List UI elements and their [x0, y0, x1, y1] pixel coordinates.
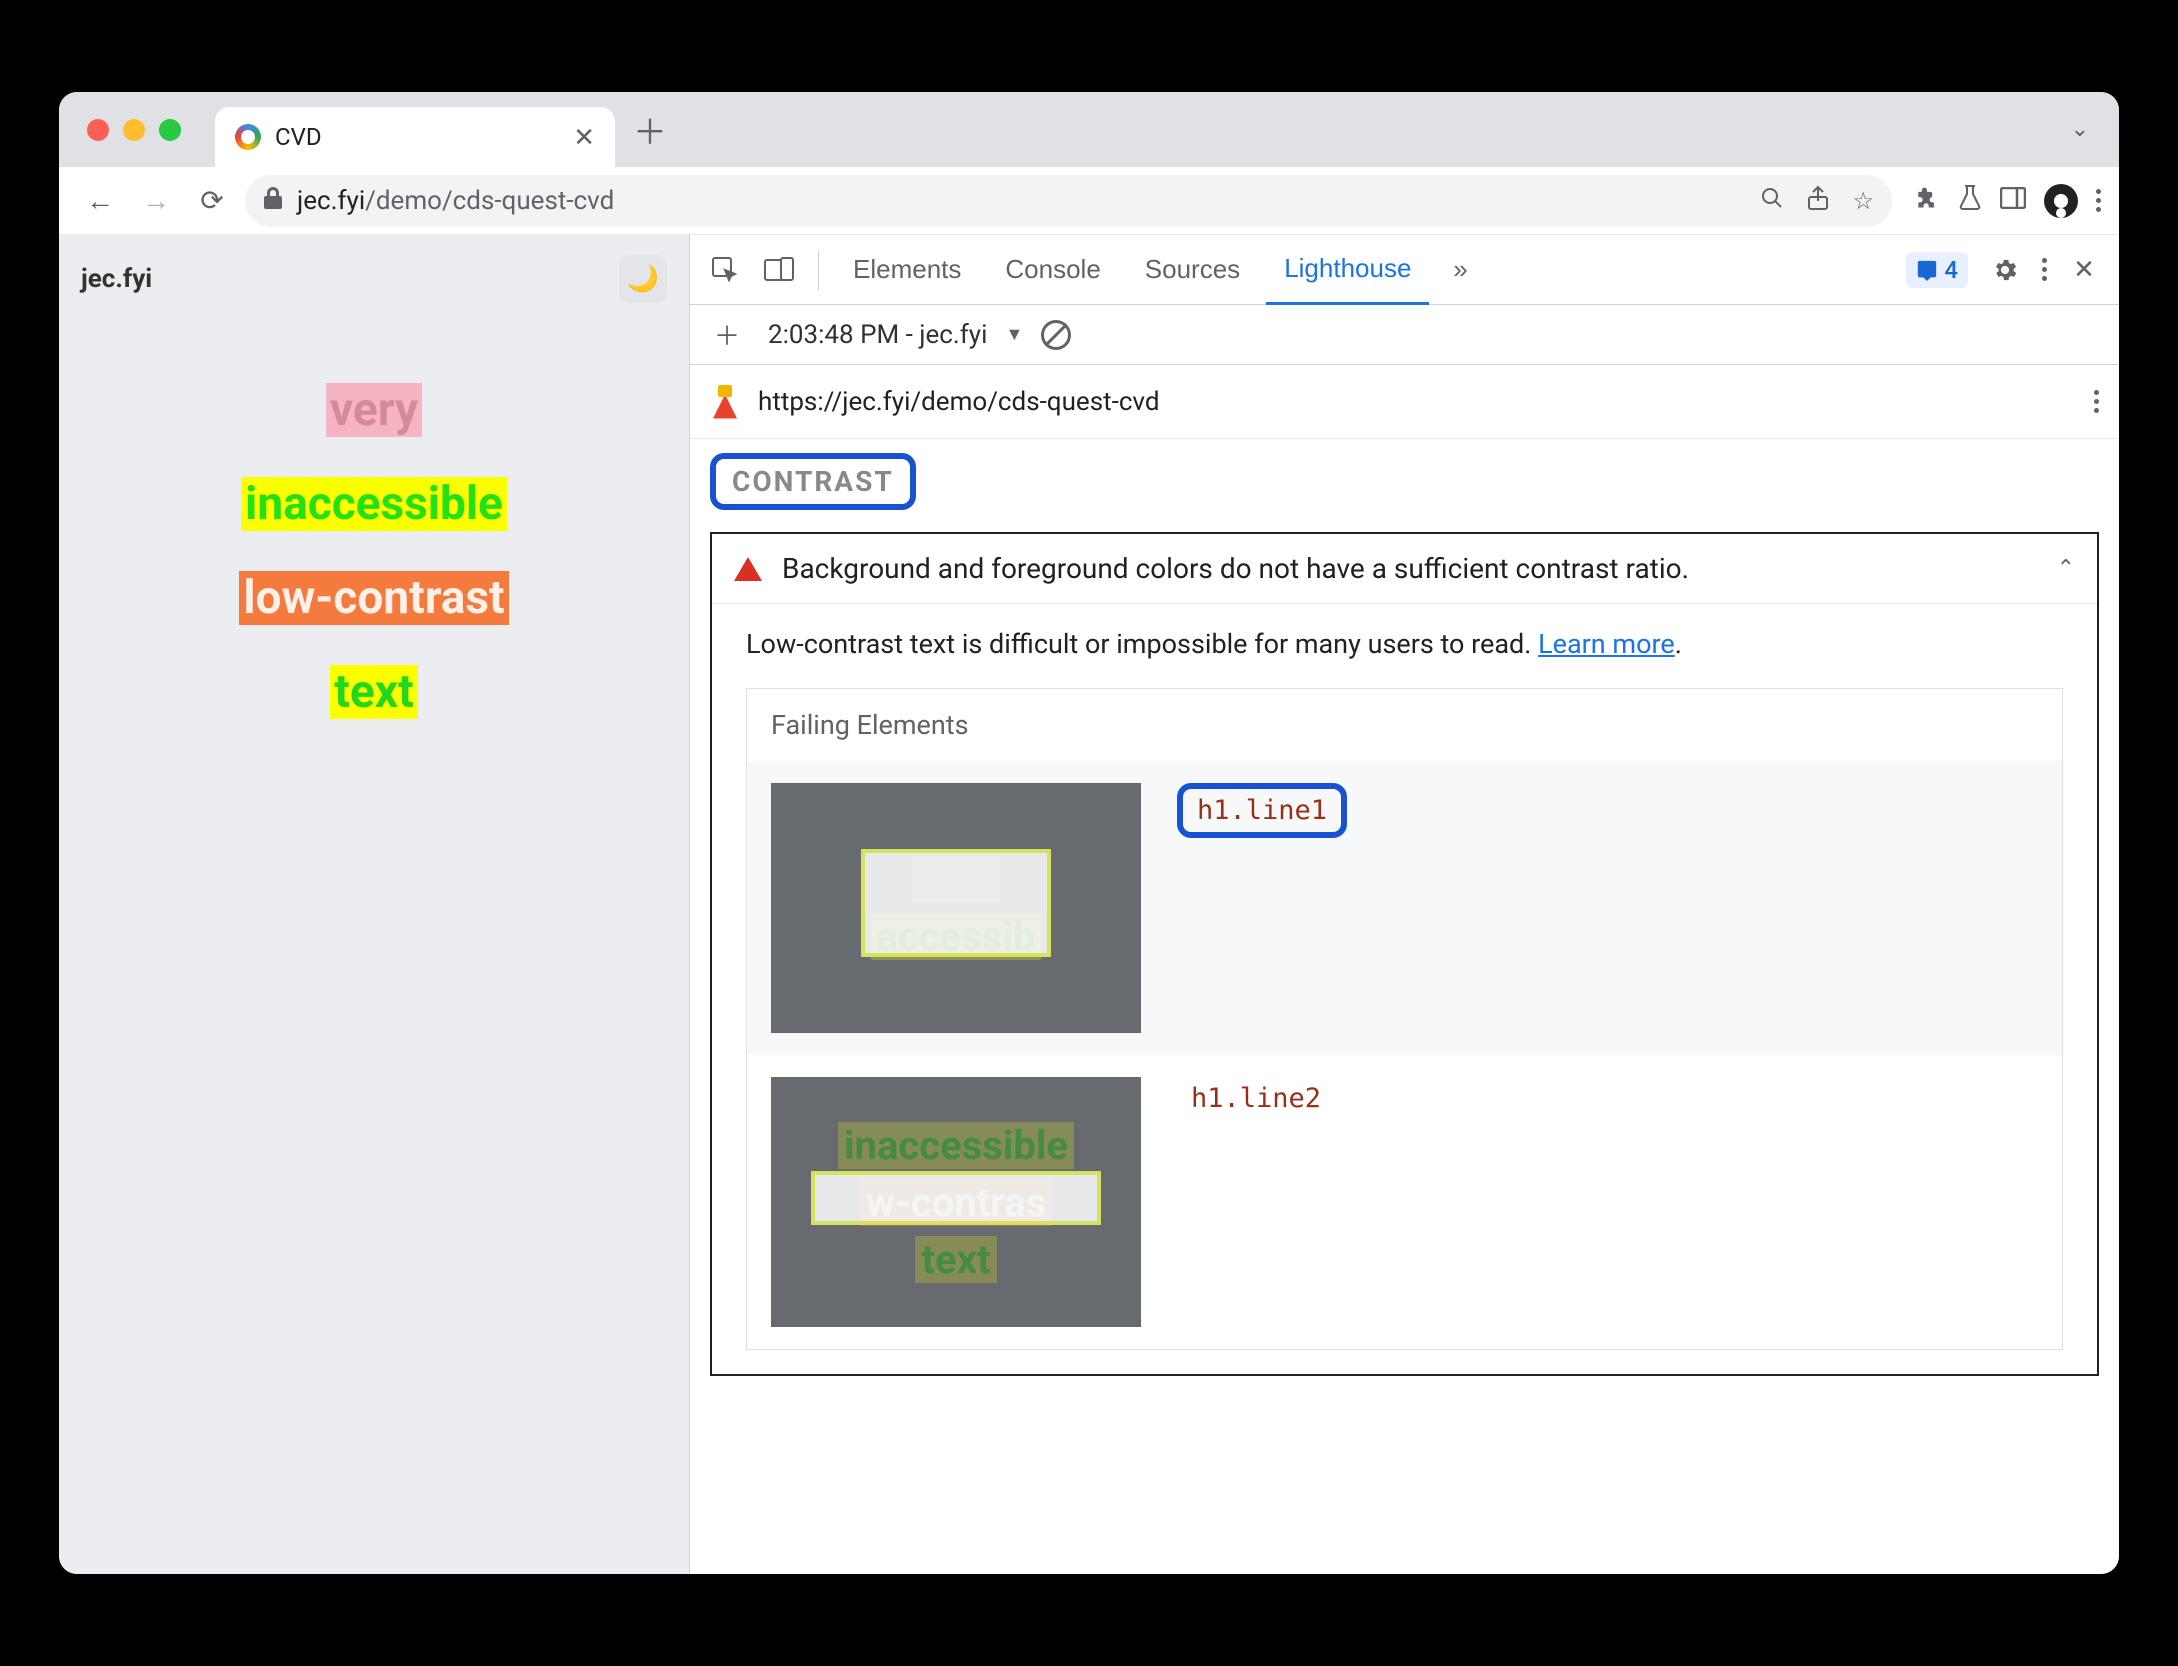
element-selector[interactable]: h1.line2 [1177, 1077, 1335, 1120]
tab-title: CVD [275, 123, 559, 151]
devtools-close-icon[interactable]: ✕ [2061, 247, 2107, 293]
report-selector-label: 2:03:48 PM - jec.fyi [768, 320, 987, 350]
issues-count: 4 [1944, 256, 1958, 284]
element-selector[interactable]: h1.line1 [1177, 783, 1347, 838]
learn-more-link[interactable]: Learn more [1538, 628, 1675, 660]
report-dropdown-icon[interactable]: ▼ [1005, 324, 1023, 345]
lighthouse-url-row: https://jec.fyi/demo/cds-quest-cvd [690, 365, 2119, 439]
tab-console[interactable]: Console [987, 235, 1118, 305]
audit-description: Low-contrast text is difficult or imposs… [746, 628, 2063, 660]
demo-line-2: inaccessible [241, 477, 507, 531]
device-toolbar-icon[interactable] [756, 247, 802, 293]
devtools-panel: Elements Console Sources Lighthouse » 4 … [689, 235, 2119, 1574]
demo-text: very inaccessible low-contrast text [239, 383, 508, 719]
browser-window: CVD ✕ ＋ ⌄ ← → ⟳ jec.fyi/demo/cds-quest-c… [59, 92, 2119, 1574]
window-controls [59, 119, 209, 141]
tab-elements[interactable]: Elements [835, 235, 979, 305]
tab-lighthouse[interactable]: Lighthouse [1266, 235, 1429, 305]
tabs-overflow-button[interactable]: ⌄ [2071, 117, 2089, 142]
warning-icon [734, 557, 762, 581]
settings-gear-icon[interactable] [1982, 247, 2028, 293]
forward-button[interactable]: → [133, 178, 179, 224]
page-header: jec.fyi 🌙 [59, 235, 689, 323]
zoom-window-button[interactable] [159, 119, 181, 141]
element-thumbnail: inaccessible w-contras text [771, 1077, 1141, 1327]
moon-icon: 🌙 [627, 264, 659, 294]
issues-badge[interactable]: 4 [1906, 252, 1968, 288]
tab-close-button[interactable]: ✕ [573, 122, 595, 153]
failing-element-row[interactable]: very accessib h1.line1 [747, 761, 2062, 1055]
reload-button[interactable]: ⟳ [189, 178, 235, 224]
extensions-icon[interactable] [1914, 185, 1940, 217]
rendered-page: jec.fyi 🌙 very inaccessible low-contrast… [59, 235, 689, 1574]
audit-card: Background and foreground colors do not … [710, 532, 2099, 1376]
tab-favicon [235, 124, 261, 150]
inspect-element-icon[interactable] [702, 247, 748, 293]
labs-icon[interactable] [1958, 184, 1982, 218]
dark-mode-toggle[interactable]: 🌙 [619, 255, 667, 303]
browser-menu-icon[interactable] [2096, 189, 2101, 212]
new-report-button[interactable]: ＋ [704, 312, 750, 358]
lighthouse-url: https://jec.fyi/demo/cds-quest-cvd [758, 387, 1160, 417]
address-bar[interactable]: jec.fyi/demo/cds-quest-cvd ☆ [245, 175, 1892, 227]
demo-line-4: text [330, 665, 417, 719]
lighthouse-icon [710, 385, 740, 419]
browser-tab[interactable]: CVD ✕ [215, 107, 615, 167]
new-tab-button[interactable]: ＋ [633, 105, 667, 154]
omnibox-actions: ☆ [1760, 185, 1874, 217]
audit-header[interactable]: Background and foreground colors do not … [712, 534, 2097, 604]
separator [818, 250, 819, 290]
section-contrast-label: CONTRAST [710, 453, 916, 510]
audit-title: Background and foreground colors do not … [782, 552, 2037, 585]
tab-strip: CVD ✕ ＋ ⌄ [59, 92, 2119, 167]
failing-element-row[interactable]: inaccessible w-contras text h1.line2 [747, 1055, 2062, 1349]
tab-sources[interactable]: Sources [1127, 235, 1258, 305]
bookmark-star-icon[interactable]: ☆ [1852, 187, 1874, 215]
report-menu-icon[interactable] [2094, 390, 2099, 413]
content-split: jec.fyi 🌙 very inaccessible low-contrast… [59, 235, 2119, 1574]
toolbar: ← → ⟳ jec.fyi/demo/cds-quest-cvd ☆ [59, 167, 2119, 235]
side-panel-icon[interactable] [2000, 187, 2026, 215]
site-name: jec.fyi [81, 264, 152, 294]
profile-avatar[interactable] [2044, 184, 2078, 218]
minimize-window-button[interactable] [123, 119, 145, 141]
audit-body: Low-contrast text is difficult or imposs… [712, 604, 2097, 1374]
tabs-more-icon[interactable]: » [1437, 247, 1483, 293]
url-text: jec.fyi/demo/cds-quest-cvd [297, 186, 614, 216]
back-button[interactable]: ← [77, 178, 123, 224]
devtools-menu-icon[interactable] [2042, 258, 2047, 281]
element-thumbnail: very accessib [771, 783, 1141, 1033]
section-label-row: CONTRAST [690, 439, 2119, 524]
failing-elements-label: Failing Elements [747, 689, 2062, 761]
lock-icon [263, 187, 283, 215]
demo-line-1: very [326, 383, 422, 437]
clear-reports-icon[interactable] [1041, 320, 1071, 350]
lighthouse-toolbar: ＋ 2:03:48 PM - jec.fyi ▼ [690, 305, 2119, 365]
failing-elements-box: Failing Elements very accessib h1.line1 [746, 688, 2063, 1350]
close-window-button[interactable] [87, 119, 109, 141]
search-icon[interactable] [1760, 186, 1784, 216]
browser-right-icons [1914, 184, 2101, 218]
demo-line-3: low-contrast [239, 571, 508, 625]
collapse-icon[interactable]: ⌃ [2057, 556, 2075, 581]
devtools-tabbar: Elements Console Sources Lighthouse » 4 … [690, 235, 2119, 305]
share-icon[interactable] [1806, 185, 1830, 217]
